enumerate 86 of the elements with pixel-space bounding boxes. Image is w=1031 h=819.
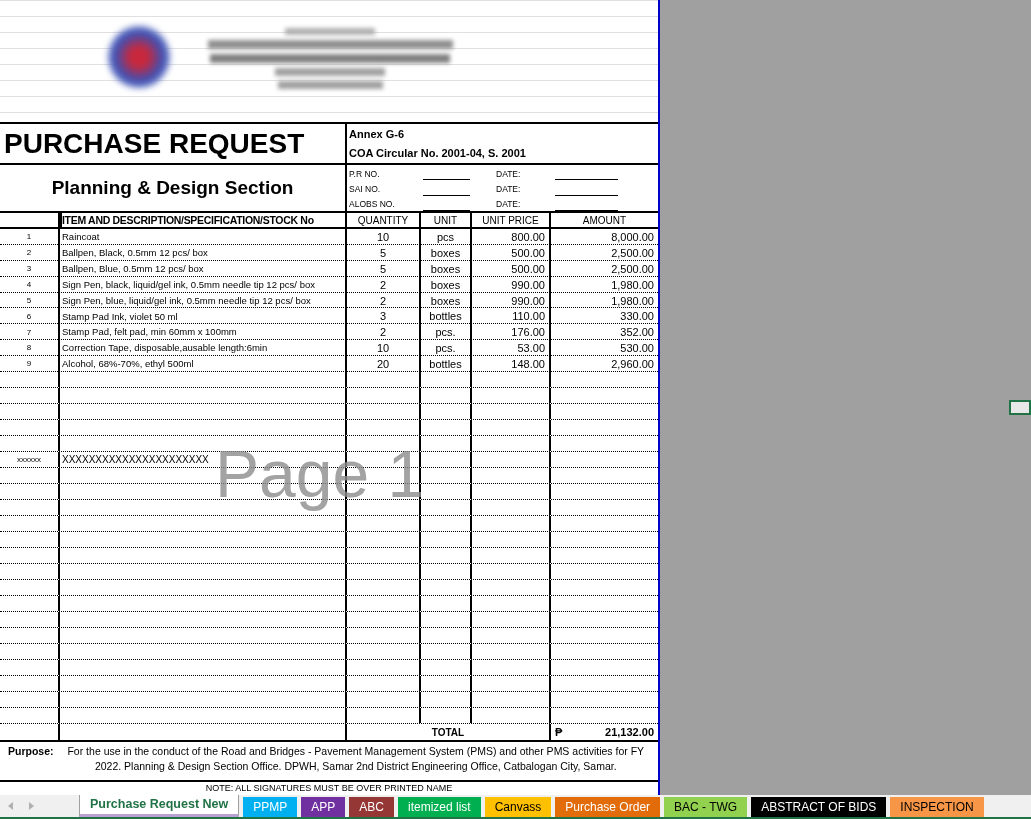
table-cell-text: 20: [375, 357, 391, 373]
currency-symbol: ₱: [555, 725, 563, 740]
table-cell-text: 110.00: [511, 309, 546, 325]
table-cell-text: Correction Tape, disposable,ausable length:6min: [61, 341, 269, 356]
circular-label: COA Circular No. 2001-04, S. 2001: [349, 145, 527, 161]
sheet-tab[interactable]: ABSTRACT OF BIDS: [751, 797, 887, 817]
table-cell-text: 2: [25, 247, 33, 260]
annex-label: Annex G-6: [349, 127, 405, 142]
sheet-tab[interactable]: BAC - TWG: [664, 797, 748, 817]
date-label: DATE:: [495, 182, 522, 196]
total-amount: 21,132.00: [605, 725, 654, 740]
filler-mark: xxxxxx: [17, 453, 41, 466]
date-label: DATE:: [495, 198, 522, 211]
table-cell-text: 990.00: [510, 277, 546, 293]
table-cell-text: 2,500.00: [610, 261, 655, 277]
table-cell-text: 530.00: [619, 341, 655, 357]
table-cell-text: 8,000.00: [610, 230, 655, 245]
table-cell-text: 176.00: [510, 325, 546, 341]
table-cell-text: 1: [25, 231, 33, 244]
purpose-label: Purpose:: [8, 744, 54, 759]
table-cell-text: Alcohol, 68%-70%, ethyl 500ml: [61, 357, 195, 372]
column-header: UNIT PRICE: [482, 214, 539, 229]
sheet-tab[interactable]: APP: [301, 797, 346, 817]
table-cell-text: boxes: [429, 293, 462, 309]
table-cell-text: 1,980.00: [610, 293, 655, 309]
table-cell-text: 10: [375, 341, 391, 357]
table-cell-text: pcs: [435, 230, 456, 245]
total-label: TOTAL: [431, 725, 465, 740]
table-cell-text: bottles: [428, 309, 463, 325]
table-cell-text: 2: [378, 325, 388, 341]
sheet-tab[interactable]: ABC: [349, 797, 394, 817]
table-cell-text: boxes: [429, 245, 462, 261]
table-cell-text: 2,960.00: [610, 357, 655, 373]
table-cell-text: boxes: [429, 261, 462, 277]
table-cell-text: 1,980.00: [610, 277, 655, 293]
table-cell-text: 7: [25, 326, 33, 339]
table-cell-text: Ballpen, Black, 0.5mm 12 pcs/ box: [61, 246, 209, 260]
table-cell-text: Ballpen, Blue, 0.5mm 12 pcs/ box: [61, 261, 205, 276]
signature-note: NOTE: ALL SIGNATURES MUST BE OVER PRINTED NAME: [205, 784, 453, 793]
table-cell-text: 8: [25, 342, 33, 355]
table-cell-text: Sign Pen, black, liquid/gel ink, 0.5mm needle tip 12 pcs/ box: [61, 277, 316, 292]
column-header: UNIT: [433, 214, 458, 229]
table-cell-text: Stamp Pad Ink, violet 50 ml: [61, 309, 179, 324]
table-cell-text: 4: [25, 278, 33, 291]
table-cell-text: 2: [378, 277, 388, 293]
purpose-text: For the use in the conduct of the Road and Bridges - Pavement Management System (PMS) and other PMS activities for FY 2022. Planning & Design Section Office. DPWH, Samar 2nd District Engineering Office, Catbalogan City, Samar.: [66, 744, 646, 774]
table-cell-text: Raincoat: [61, 230, 101, 245]
column-header: AMOUNT: [582, 214, 627, 229]
sheet-tab[interactable]: Purchase Request New: [79, 795, 240, 817]
table-cell-text: 5: [25, 294, 33, 307]
field-label: ALOBS NO.: [348, 198, 396, 211]
table-cell-text: 5: [378, 261, 388, 277]
field-label: P.R NO.: [348, 167, 381, 181]
column-header: QUANTITY: [357, 214, 409, 229]
table-cell-text: 800.00: [510, 230, 546, 245]
column-header: ITEM AND DESCRIPTION/SPECIFICATION/STOCK No: [62, 213, 314, 228]
table-cell-text: 500.00: [510, 261, 546, 277]
table-cell-text: bottles: [428, 357, 463, 373]
table-cell-text: boxes: [429, 277, 462, 293]
date-label: DATE:: [495, 167, 522, 181]
field-label: SAI NO.: [348, 182, 382, 196]
logo-placeholder: [108, 26, 170, 88]
filler-mark: XXXXXXXXXXXXXXXXXXXXXX: [62, 453, 209, 467]
table-cell-text: 3: [378, 309, 388, 325]
table-cell-text: 2: [378, 293, 388, 309]
table-cell-text: 6: [25, 310, 33, 323]
sheet-tab[interactable]: INSPECTION: [890, 797, 984, 817]
table-cell-text: 5: [378, 245, 388, 261]
table-cell-text: 3: [25, 263, 33, 276]
table-cell-text: 500.00: [510, 245, 546, 261]
table-cell-text: 10: [375, 230, 391, 245]
section-name: Planning & Design Section: [51, 175, 294, 200]
sheet-tab[interactable]: Canvass: [484, 797, 552, 817]
table-cell-text: Sign Pen, blue, liquid/gel ink, 0.5mm needle tip 12 pcs/ box: [61, 293, 312, 308]
table-cell-text: 352.00: [619, 325, 655, 341]
table-cell-text: pcs.: [434, 341, 457, 357]
table-cell-text: 9: [25, 358, 33, 371]
table-cell-text: 2,500.00: [610, 245, 655, 261]
table-cell-text: Stamp Pad, felt pad, min 60mm x 100mm: [61, 325, 238, 340]
table-cell-text: 148.00: [510, 357, 546, 373]
table-cell-text: 990.00: [510, 293, 546, 309]
table-cell-text: 53.00: [516, 341, 546, 357]
form-title: PURCHASE REQUEST: [4, 129, 305, 158]
table-cell-text: 330.00: [619, 309, 655, 325]
table-cell-text: pcs.: [434, 325, 457, 341]
cell-cursor: [1009, 400, 1031, 415]
